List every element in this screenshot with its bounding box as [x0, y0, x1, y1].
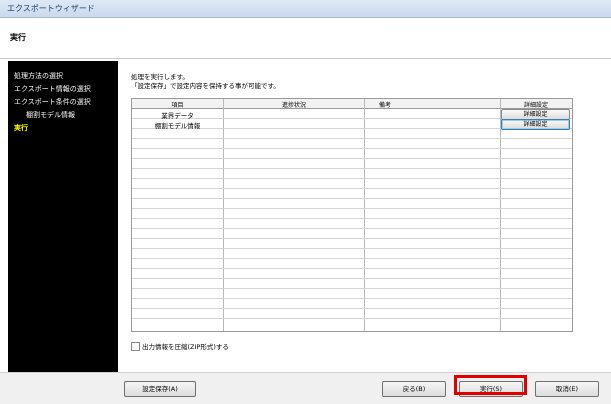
column-header-detail: 詳細設定: [523, 102, 548, 109]
row-divider: [132, 228, 572, 229]
row-divider: [132, 148, 572, 149]
column-header-note: 備考: [378, 102, 391, 109]
row-divider: [132, 188, 572, 189]
compress-checkbox-label[interactable]: 出力情報を圧縮(ZIP形式)する: [142, 341, 229, 351]
save-settings-button[interactable]: 設定保存(A): [124, 381, 196, 397]
cancel-button[interactable]: 取消(E): [535, 381, 599, 397]
row-divider: [132, 288, 572, 289]
step-title: 実行: [10, 33, 26, 42]
column-header-progress: 進捗状況: [281, 102, 306, 109]
row-divider: [132, 278, 572, 279]
sidebar-item-export-conditions: エクスポート条件の選択: [14, 98, 91, 106]
export-wizard-window: エクスポートウィザード 実行 処理方法の選択 エクスポート情報の選択 エクスポー…: [0, 0, 611, 404]
row-divider: [132, 248, 572, 249]
table-row-item-label: 業界データ: [161, 112, 194, 120]
row-divider: [132, 238, 572, 239]
row-divider: [132, 138, 572, 139]
back-button[interactable]: 戻る(B): [382, 381, 446, 397]
wizard-steps-sidebar: 処理方法の選択 エクスポート情報の選択 エクスポート条件の選択 棚割モデル情報 …: [8, 61, 118, 372]
wizard-header: 実行: [0, 18, 611, 59]
row-divider: [132, 218, 572, 219]
column-divider: [500, 99, 501, 331]
column-divider: [223, 99, 224, 331]
description-line-2: 「設定保存」で設定内容を保持する事が可能です。: [131, 82, 280, 90]
main-content: 処理を実行します。 「設定保存」で設定内容を保持する事が可能です。 項目 進捗状…: [118, 61, 600, 372]
detail-settings-button-shelf-model[interactable]: 詳細設定: [501, 119, 570, 130]
row-divider: [132, 258, 572, 259]
sidebar-item-processing-method: 処理方法の選択: [14, 72, 63, 80]
sidebar-item-export-info: エクスポート情報の選択: [14, 85, 91, 93]
column-header-item: 項目: [171, 102, 184, 109]
title-bar: エクスポートウィザード: [0, 0, 611, 18]
sidebar-item-execute: 実行: [14, 124, 28, 132]
execute-button[interactable]: 実行(S): [459, 381, 523, 397]
row-divider: [132, 268, 572, 269]
compress-checkbox[interactable]: [131, 342, 140, 351]
table-header: 項目 進捗状況 備考 詳細設定: [132, 99, 572, 109]
row-divider: [132, 158, 572, 159]
row-divider: [132, 198, 572, 199]
row-divider: [132, 168, 572, 169]
window-title: エクスポートウィザード: [7, 4, 95, 13]
column-divider: [364, 99, 365, 331]
export-items-table: 項目 進捗状況 備考 詳細設定 業界データ 詳細設定 棚割モデル情報 詳細設定: [131, 98, 573, 332]
wizard-footer: 設定保存(A) 戻る(B) 実行(S) 取消(E): [0, 372, 611, 404]
table-row-item-label: 棚割モデル情報: [154, 122, 201, 130]
row-divider: [132, 318, 572, 319]
row-divider: [132, 178, 572, 179]
row-divider: [132, 208, 572, 209]
sidebar-item-shelf-model-info: 棚割モデル情報: [26, 111, 75, 119]
row-divider: [132, 308, 572, 309]
row-divider: [132, 298, 572, 299]
